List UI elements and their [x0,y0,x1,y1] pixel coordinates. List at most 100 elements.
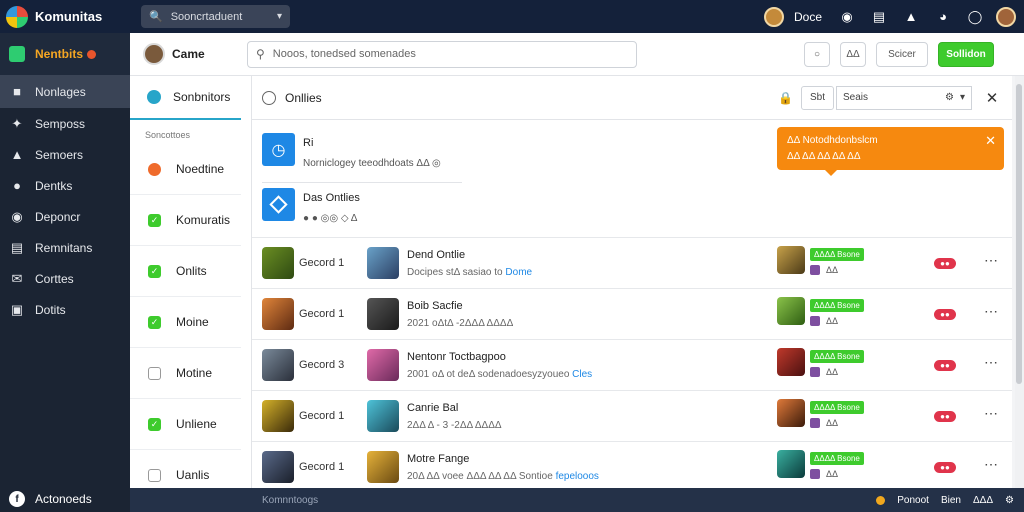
user-name[interactable]: Doce [794,10,822,24]
checkbox-unchecked-icon[interactable] [148,366,161,380]
primary-button[interactable]: Sollidon [938,41,994,67]
settings-icon[interactable]: ▤ [868,6,890,28]
game-name[interactable]: Dend Ontlie [407,249,532,261]
checkbox-checked-icon[interactable]: ✓ [148,213,161,227]
community-avatar[interactable] [143,43,165,65]
game-thumbnail-icon [367,451,399,483]
table-row[interactable]: Gecord 1 Canrie Bal 2ΔΔ Δ - 3 -2ΔΔ ΔΔΔΔ … [252,390,1012,441]
row-rank: Gecord 1 [299,461,345,473]
info-card[interactable]: Das Ontlies ● ● ◎◎ ◇ Δ [262,188,482,238]
chevron-down-icon: ▾ [276,11,282,22]
top-search-input[interactable]: 🔍 Sooncrtaduent ▾ [141,5,290,28]
filter-item[interactable]: ✓ Unliene [130,399,241,450]
game-link[interactable]: Dome [505,267,532,278]
filter-item[interactable]: ✓ Moine [130,297,241,348]
status-badge: ΔΔΔΔ Bsone [810,452,864,465]
game-name[interactable]: Boib Sacfie [407,300,513,312]
more-icon[interactable]: ⋯ [984,303,999,320]
more-icon[interactable]: ⋯ [984,456,999,473]
grid-button[interactable]: ΔΔ [840,41,866,67]
more-icon[interactable]: ⋯ [984,354,999,371]
status-text-b[interactable]: Bien [941,495,961,506]
filter-item[interactable]: Noedtine [130,144,241,195]
badge-thumbnail-icon [777,246,805,274]
status-text-c[interactable]: ΔΔΔ [973,495,993,506]
sidebar-brand[interactable]: Nentbits [0,33,130,75]
table-row[interactable]: Gecord 1 Dend Ontlie Docipes stΔ sasiao … [252,237,1012,288]
thumbnail-icon [262,349,294,381]
user-icon: ▲ [10,147,24,162]
search-placeholder: Nooos, tonedsed somenades [272,48,416,60]
sidebar-item-semoers[interactable]: ▲ Semoers [0,139,130,170]
sidebar-item-label: Deponcr [35,209,81,224]
sort-select[interactable]: Seais ⚙ ▾ [836,85,972,110]
settings-icon[interactable]: ⚙ [1005,495,1014,506]
notification-toast[interactable]: ΔΔ Notodhdonbslcm ΔΔ ΔΔ ΔΔ ΔΔ ΔΔ ✕ [777,127,1004,176]
brand[interactable]: Komunitas [0,5,130,28]
sidebar-item-nonlages[interactable]: ■ Nonlages [0,75,130,108]
filter-tab[interactable]: Sonbnitors [130,76,241,120]
home-icon: ■ [13,84,21,99]
game-thumbnail-icon [367,298,399,330]
status-text-a[interactable]: Ponoot [897,495,929,506]
sidebar-footer[interactable]: f Actonoeds [0,486,130,512]
table-row[interactable]: Gecord 1 Motre Fange 20Δ ΔΔ voee ΔΔΔ ΔΔ … [252,441,1012,492]
scrollbar[interactable] [1015,76,1024,512]
sort-button[interactable]: Sbt [800,85,834,110]
filter-item[interactable]: ✓ Onlits [130,246,241,297]
checkbox-checked-icon[interactable]: ✓ [148,315,161,329]
more-icon[interactable]: ⋯ [984,405,999,422]
game-link[interactable]: fepelooos [556,471,599,482]
profile-avatar[interactable] [996,6,1016,27]
checkbox-checked-icon[interactable]: ✓ [148,417,161,431]
sidebar-item-dentks[interactable]: ● Dentks [0,170,130,201]
sidebar-item-dotits[interactable]: ▣ Dotits [0,294,130,325]
facebook-icon: f [9,491,25,507]
close-icon[interactable]: ✕ [972,89,1012,107]
status-bar: Komnntoogs Ponoot Bien ΔΔΔ ⚙ [130,488,1024,512]
badge-thumbnail-icon [777,450,805,478]
filter-item[interactable]: Motine [130,348,241,399]
lock-icon[interactable]: 🔒 [778,91,793,105]
radio-icon[interactable] [262,90,276,105]
status-badge: ΔΔΔΔ Bsone [810,299,864,312]
info-card-title: Ri [303,137,314,149]
more-icon[interactable]: ⋯ [984,252,999,269]
scrollbar-thumb[interactable] [1016,84,1022,384]
secondary-button[interactable]: Scicer [876,41,928,67]
close-icon[interactable]: ✕ [985,133,996,149]
radio-checked-icon[interactable] [148,162,161,176]
game-name[interactable]: Canrie Bal [407,402,502,414]
sidebar-item-deponcr[interactable]: ◉ Deponcr [0,201,130,232]
table-row[interactable]: Gecord 1 Boib Sacfie 2021 oΔtΔ -2ΔΔΔ ΔΔΔ… [252,288,1012,339]
game-link[interactable]: Cles [572,369,592,380]
table-row[interactable]: Gecord 3 Nentonr Toctbagpoo 2001 oΔ ot d… [252,339,1012,390]
sidebar-item-corttes[interactable]: ✉ Corttes [0,263,130,294]
game-name[interactable]: Nentonr Toctbagpoo [407,351,592,363]
status-pill: ●● [934,309,956,320]
globe-icon[interactable]: ◕ [932,6,954,28]
search-input[interactable]: ⚲ Nooos, tonedsed somenades [247,40,637,68]
bell-icon[interactable]: ▲ [900,6,922,28]
home-button[interactable]: ○ [804,41,830,67]
badge-thumbnail-icon [777,297,805,325]
filter-item[interactable]: ✓ Komuratis [130,195,241,246]
info-card[interactable]: ◷ Ri Norniclogey teeodhdoats ΔΔ ◎ [262,133,462,183]
search-icon: 🔍 [149,11,163,23]
sidebar-item-remnitans[interactable]: ▤ Remnitans [0,232,130,263]
checkbox-checked-icon[interactable]: ✓ [148,264,161,278]
wrench-icon: ✦ [11,115,23,131]
help-icon[interactable]: ◯ [964,6,986,28]
chevron-down-icon: ▾ [959,92,965,103]
game-name[interactable]: Motre Fange [407,453,599,465]
status-dot-icon [876,495,886,505]
user-avatar[interactable] [763,6,784,27]
notification-icon[interactable]: ◉ [836,6,858,28]
info-card-title: Das Ontlies [303,192,360,204]
sidebar-item-semposs[interactable]: ✦ Semposs [0,108,130,139]
mini-avatar-icon [810,418,820,428]
checkbox-unchecked-icon[interactable] [148,468,161,482]
tag-sub-text: ΔΔ [826,469,839,479]
sort-select-value: Seais [843,92,869,103]
main-header: Onllies 🔒 Sbt Seais ⚙ ▾ ✕ [252,76,1012,120]
